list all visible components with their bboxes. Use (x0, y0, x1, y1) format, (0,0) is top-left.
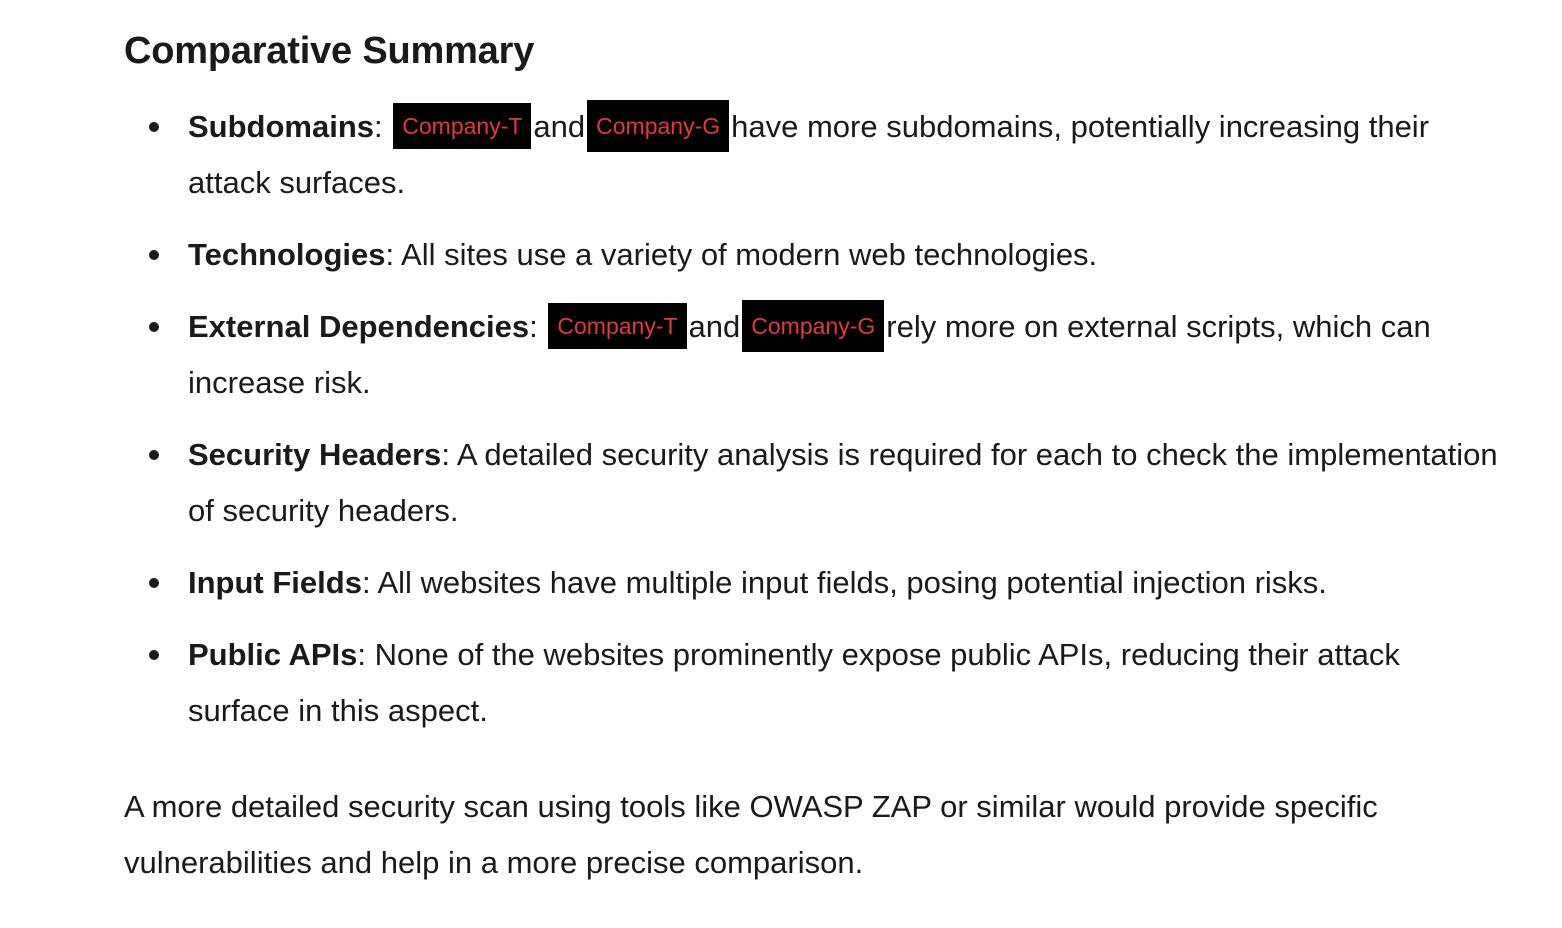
item-conjunction: and (533, 109, 586, 144)
list-item-subdomains: Subdomains: Company-T and Company-G have mo… (124, 99, 1504, 211)
item-text: : All websites have multiple input field… (361, 565, 1327, 600)
item-separator: : (529, 309, 538, 344)
summary-list: Subdomains: Company-T and Company-G have mo… (124, 99, 1504, 755)
item-term: External Dependencies (188, 309, 530, 344)
redacted-company-label: Company-G (742, 299, 885, 352)
bullet-icon (149, 250, 159, 260)
closing-paragraph: A more detailed security scan using tool… (124, 789, 1378, 880)
bullet-icon (149, 450, 159, 460)
redacted-company-label: Company-T (548, 302, 687, 349)
item-term: Security Headers (188, 437, 442, 472)
item-conjunction: and (688, 309, 741, 344)
item-term: Public APIs (188, 637, 358, 672)
item-term: Input Fields (188, 565, 362, 600)
list-item-technologies: Technologies: All sites use a variety of… (124, 227, 1504, 283)
item-separator: : (374, 109, 383, 144)
item-text: : None of the websites prominently expos… (188, 637, 1400, 728)
bullet-icon (149, 578, 159, 588)
list-item-public-apis: Public APIs: None of the websites promin… (124, 627, 1504, 739)
section-heading: Comparative Summary (124, 30, 535, 72)
list-item-input-fields: Input Fields: All websites have multiple… (124, 555, 1504, 611)
redacted-company-label: Company-G (587, 99, 730, 152)
bullet-icon (149, 650, 159, 660)
bullet-icon (149, 122, 159, 132)
redacted-company-label: Company-T (393, 102, 532, 149)
item-text: : All sites use a variety of modern web … (385, 237, 1098, 272)
list-item-external-dependencies: External Dependencies: Company-T and Compa… (124, 299, 1504, 411)
list-item-security-headers: Security Headers: A detailed security an… (124, 427, 1504, 539)
bullet-icon (149, 322, 159, 332)
item-term: Technologies (188, 237, 386, 272)
item-term: Subdomains (188, 109, 375, 144)
